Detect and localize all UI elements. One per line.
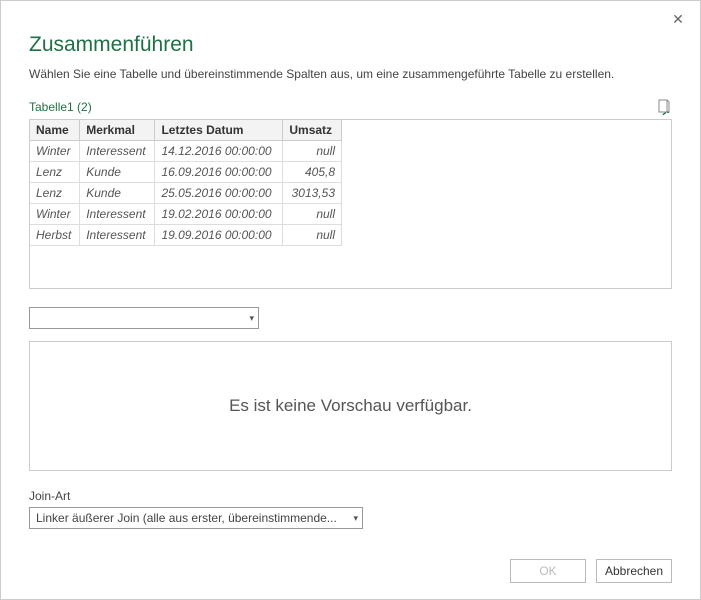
cell: 405,8 — [283, 162, 342, 183]
primary-table-name: Tabelle1 (2) — [29, 100, 92, 114]
cell: null — [283, 204, 342, 225]
cell: Herbst — [30, 225, 80, 246]
col-header[interactable]: Merkmal — [80, 120, 155, 141]
cell: 14.12.2016 00:00:00 — [155, 141, 283, 162]
primary-table-preview[interactable]: Name Merkmal Letztes Datum Umsatz Winter… — [29, 119, 672, 289]
cell: Lenz — [30, 162, 80, 183]
join-type-select[interactable]: Linker äußerer Join (alle aus erster, üb… — [29, 507, 363, 529]
cell: Winter — [30, 204, 80, 225]
table-row[interactable]: Lenz Kunde 25.05.2016 00:00:00 3013,53 — [30, 183, 342, 204]
merge-dialog: ✕ Zusammenführen Wählen Sie eine Tabelle… — [0, 0, 701, 600]
col-header[interactable]: Umsatz — [283, 120, 342, 141]
chevron-down-icon: ▾ — [353, 513, 358, 524]
dialog-button-row: OK Abbrechen — [510, 559, 672, 583]
ok-button[interactable]: OK — [510, 559, 586, 583]
cell: 3013,53 — [283, 183, 342, 204]
no-preview-panel: Es ist keine Vorschau verfügbar. — [29, 341, 672, 471]
cell: Kunde — [80, 162, 155, 183]
cell: 19.09.2016 00:00:00 — [155, 225, 283, 246]
header-row: Name Merkmal Letztes Datum Umsatz — [30, 120, 342, 141]
second-table-select[interactable]: ▾ — [29, 307, 259, 329]
cell: Interessent — [80, 204, 155, 225]
cell: null — [283, 141, 342, 162]
dialog-subtitle: Wählen Sie eine Tabelle und übereinstimm… — [29, 67, 672, 81]
dialog-title: Zusammenführen — [29, 33, 672, 57]
cell: Winter — [30, 141, 80, 162]
table-row[interactable]: Lenz Kunde 16.09.2016 00:00:00 405,8 — [30, 162, 342, 183]
cell: Lenz — [30, 183, 80, 204]
no-preview-text: Es ist keine Vorschau verfügbar. — [229, 396, 472, 416]
cell: 19.02.2016 00:00:00 — [155, 204, 283, 225]
dialog-content: Zusammenführen Wählen Sie eine Tabelle u… — [1, 1, 700, 529]
join-type-label: Join-Art — [29, 489, 672, 503]
col-header[interactable]: Name — [30, 120, 80, 141]
col-header[interactable]: Letztes Datum — [155, 120, 283, 141]
cell: null — [283, 225, 342, 246]
table-row[interactable]: Winter Interessent 19.02.2016 00:00:00 n… — [30, 204, 342, 225]
table-row[interactable]: Winter Interessent 14.12.2016 00:00:00 n… — [30, 141, 342, 162]
cell: Kunde — [80, 183, 155, 204]
join-type-selected: Linker äußerer Join (alle aus erster, üb… — [36, 511, 337, 525]
cell: 16.09.2016 00:00:00 — [155, 162, 283, 183]
cancel-button[interactable]: Abbrechen — [596, 559, 672, 583]
cell: Interessent — [80, 141, 155, 162]
close-button[interactable]: ✕ — [668, 9, 688, 29]
cell: 25.05.2016 00:00:00 — [155, 183, 283, 204]
cell: Interessent — [80, 225, 155, 246]
chevron-down-icon: ▾ — [249, 313, 254, 324]
table-row[interactable]: Herbst Interessent 19.09.2016 00:00:00 n… — [30, 225, 342, 246]
refresh-icon[interactable] — [656, 99, 672, 115]
primary-table-header-row: Tabelle1 (2) — [29, 99, 672, 115]
